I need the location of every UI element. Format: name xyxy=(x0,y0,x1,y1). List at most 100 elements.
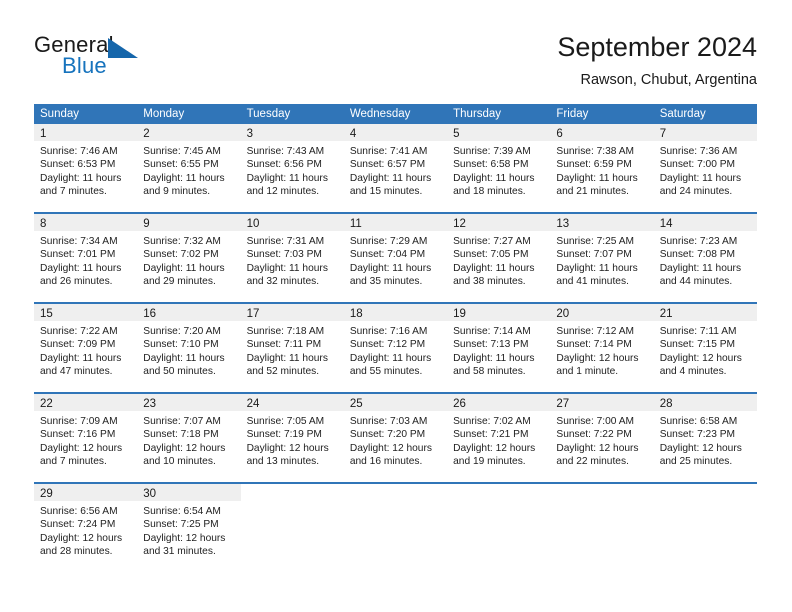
day-cell[interactable]: 19 Sunrise: 7:14 AM Sunset: 7:13 PM Dayligh… xyxy=(447,304,551,392)
daylight-text-line2: and 55 minutes. xyxy=(349,366,423,378)
sunrise-text: Sunrise: 7:23 AM xyxy=(659,236,738,247)
daylight-text-line2: and 28 minutes. xyxy=(40,546,113,558)
day-number: 6 xyxy=(556,128,563,140)
day-cell[interactable]: 30 Sunrise: 6:54 AM Sunset: 7:25 PM Dayligh… xyxy=(137,484,241,572)
day-cell[interactable]: 13 Sunrise: 7:25 AM Sunset: 7:07 PM Dayligh… xyxy=(550,214,654,302)
day-number: 1 xyxy=(40,128,47,140)
day-cell[interactable]: 29 Sunrise: 6:56 AM Sunset: 7:24 PM Dayligh… xyxy=(34,484,138,572)
day-details xyxy=(447,501,550,505)
day-details: Sunrise: 7:20 AM Sunset: 7:10 PM Daylight:… xyxy=(137,321,240,379)
day-cell[interactable]: 17 Sunrise: 7:18 AM Sunset: 7:11 PM Dayligh… xyxy=(240,304,344,392)
daylight-text-line1: Daylight: 12 hours xyxy=(659,352,742,364)
daylight-text-line1: Daylight: 11 hours xyxy=(349,352,432,364)
daylight-text-line2: and 19 minutes. xyxy=(453,456,526,468)
calendar-week-row: 1 Sunrise: 7:46 AM Sunset: 6:53 PM Daylight… xyxy=(34,124,757,212)
daylight-text-line1: Daylight: 11 hours xyxy=(143,172,225,184)
day-cell[interactable]: 12 Sunrise: 7:27 AM Sunset: 7:05 PM Dayligh… xyxy=(447,214,551,302)
sunset-text: Sunset: 7:05 PM xyxy=(453,249,529,261)
daylight-text-line1: Daylight: 11 hours xyxy=(453,262,535,274)
day-number: 2 xyxy=(143,128,150,140)
daylight-text-line2: and 7 minutes. xyxy=(40,456,107,468)
day-number-band xyxy=(240,484,344,501)
sunrise-text: Sunrise: 6:58 AM xyxy=(659,416,738,427)
day-cell[interactable]: 11 Sunrise: 7:29 AM Sunset: 7:04 PM Dayligh… xyxy=(343,214,448,302)
day-cell[interactable]: 9 Sunrise: 7:32 AM Sunset: 7:02 PM Daylight… xyxy=(137,214,241,302)
sunrise-text: Sunrise: 7:05 AM xyxy=(246,416,325,427)
day-details: Sunrise: 7:43 AM Sunset: 6:56 PM Daylight:… xyxy=(241,141,344,199)
day-cell[interactable]: 2 Sunrise: 7:45 AM Sunset: 6:55 PM Daylight… xyxy=(137,124,241,212)
daylight-text-line2: and 50 minutes. xyxy=(143,366,216,378)
day-number: 18 xyxy=(349,308,363,320)
day-details: Sunrise: 7:02 AM Sunset: 7:21 PM Daylight:… xyxy=(447,411,550,469)
day-number: 22 xyxy=(40,398,53,410)
daylight-text-line1: Daylight: 11 hours xyxy=(40,262,122,274)
day-number: 28 xyxy=(659,398,673,410)
day-cell[interactable]: 10 Sunrise: 7:31 AM Sunset: 7:03 PM Dayligh… xyxy=(240,214,344,302)
day-cell-empty xyxy=(550,484,654,572)
day-number: 26 xyxy=(453,398,466,410)
day-number-band: 16 xyxy=(137,304,241,321)
sunset-text: Sunset: 7:19 PM xyxy=(246,429,322,441)
sunset-text: Sunset: 7:09 PM xyxy=(40,339,116,351)
day-cell[interactable]: 14 Sunrise: 7:23 AM Sunset: 7:08 PM Dayligh… xyxy=(653,214,757,302)
weekday-header-monday: Monday xyxy=(143,108,185,120)
day-cell[interactable]: 3 Sunrise: 7:43 AM Sunset: 6:56 PM Daylight… xyxy=(240,124,344,212)
day-cell[interactable]: 6 Sunrise: 7:38 AM Sunset: 6:59 PM Daylight… xyxy=(550,124,654,212)
day-cell[interactable]: 8 Sunrise: 7:34 AM Sunset: 7:01 PM Daylight… xyxy=(34,214,138,302)
generalblue-logo[interactable]: General Blue xyxy=(34,34,164,82)
day-number: 9 xyxy=(143,218,150,230)
day-cell[interactable]: 25 Sunrise: 7:03 AM Sunset: 7:20 PM Dayligh… xyxy=(343,394,448,482)
day-number-band: 27 xyxy=(550,394,654,411)
sunset-text: Sunset: 6:55 PM xyxy=(143,159,219,171)
day-number: 20 xyxy=(556,308,570,320)
calendar-week-row: 8 Sunrise: 7:34 AM Sunset: 7:01 PM Daylight… xyxy=(34,212,757,302)
sunset-text: Sunset: 7:21 PM xyxy=(453,429,529,441)
day-number-band: 22 xyxy=(34,394,138,411)
sunset-text: Sunset: 7:02 PM xyxy=(143,249,219,261)
day-cell[interactable]: 15 Sunrise: 7:22 AM Sunset: 7:09 PM Dayligh… xyxy=(34,304,138,392)
daylight-text-line2: and 58 minutes. xyxy=(453,366,526,378)
day-cell[interactable]: 22 Sunrise: 7:09 AM Sunset: 7:16 PM Dayligh… xyxy=(34,394,138,482)
daylight-text-line1: Daylight: 12 hours xyxy=(556,442,639,454)
sunrise-text: Sunrise: 7:27 AM xyxy=(453,236,531,247)
calendar-week-row: 15 Sunrise: 7:22 AM Sunset: 7:09 PM Dayligh… xyxy=(34,302,757,392)
day-cell[interactable]: 1 Sunrise: 7:46 AM Sunset: 6:53 PM Daylight… xyxy=(34,124,138,212)
day-cell[interactable]: 16 Sunrise: 7:20 AM Sunset: 7:10 PM Dayligh… xyxy=(137,304,241,392)
day-number-band: 28 xyxy=(653,394,757,411)
day-details: Sunrise: 7:09 AM Sunset: 7:16 PM Daylight:… xyxy=(34,411,137,469)
daylight-text-line1: Daylight: 12 hours xyxy=(143,442,226,454)
day-number-band: 4 xyxy=(343,124,448,141)
day-cell[interactable]: 7 Sunrise: 7:36 AM Sunset: 7:00 PM Daylight… xyxy=(653,124,757,212)
day-number-band xyxy=(343,484,448,501)
daylight-text-line1: Daylight: 11 hours xyxy=(143,262,225,274)
day-details: Sunrise: 7:34 AM Sunset: 7:01 PM Daylight:… xyxy=(34,231,137,289)
daylight-text-line2: and 12 minutes. xyxy=(246,186,320,198)
day-cell[interactable]: 18 Sunrise: 7:16 AM Sunset: 7:12 PM Dayligh… xyxy=(343,304,448,392)
day-cell[interactable]: 21 Sunrise: 7:11 AM Sunset: 7:15 PM Dayligh… xyxy=(653,304,757,392)
day-cell[interactable]: 4 Sunrise: 7:41 AM Sunset: 6:57 PM Daylight… xyxy=(343,124,448,212)
day-cell[interactable]: 27 Sunrise: 7:00 AM Sunset: 7:22 PM Dayligh… xyxy=(550,394,654,482)
daylight-text-line2: and 29 minutes. xyxy=(143,276,216,288)
logo-text-blue: Blue xyxy=(62,53,107,78)
day-details: Sunrise: 7:29 AM Sunset: 7:04 PM Daylight:… xyxy=(344,231,447,289)
day-details: Sunrise: 6:54 AM Sunset: 7:25 PM Daylight:… xyxy=(137,501,240,559)
day-number: 21 xyxy=(659,308,673,320)
location-subtitle: Rawson, Chubut, Argentina xyxy=(580,72,757,88)
day-number-band xyxy=(653,484,757,501)
day-cell[interactable]: 5 Sunrise: 7:39 AM Sunset: 6:58 PM Daylight… xyxy=(447,124,551,212)
day-details xyxy=(344,501,447,505)
day-cell[interactable]: 24 Sunrise: 7:05 AM Sunset: 7:19 PM Dayligh… xyxy=(240,394,344,482)
day-cell[interactable]: 28 Sunrise: 6:58 AM Sunset: 7:23 PM Dayligh… xyxy=(653,394,757,482)
day-details: Sunrise: 7:03 AM Sunset: 7:20 PM Daylight:… xyxy=(344,411,447,469)
day-number-band: 30 xyxy=(137,484,241,501)
daylight-text-line2: and 25 minutes. xyxy=(659,456,733,468)
day-cell[interactable]: 26 Sunrise: 7:02 AM Sunset: 7:21 PM Dayligh… xyxy=(447,394,551,482)
daylight-text-line2: and 21 minutes. xyxy=(556,186,629,198)
day-cell[interactable]: 23 Sunrise: 7:07 AM Sunset: 7:18 PM Dayligh… xyxy=(137,394,241,482)
title-block: September 2024 Rawson, Chubut, Argentina xyxy=(557,30,757,89)
day-number-band: 6 xyxy=(550,124,654,141)
sunset-text: Sunset: 6:53 PM xyxy=(40,159,116,171)
day-number: 4 xyxy=(349,128,357,140)
day-cell[interactable]: 20 Sunrise: 7:12 AM Sunset: 7:14 PM Dayligh… xyxy=(550,304,654,392)
daylight-text-line1: Daylight: 11 hours xyxy=(143,352,225,364)
